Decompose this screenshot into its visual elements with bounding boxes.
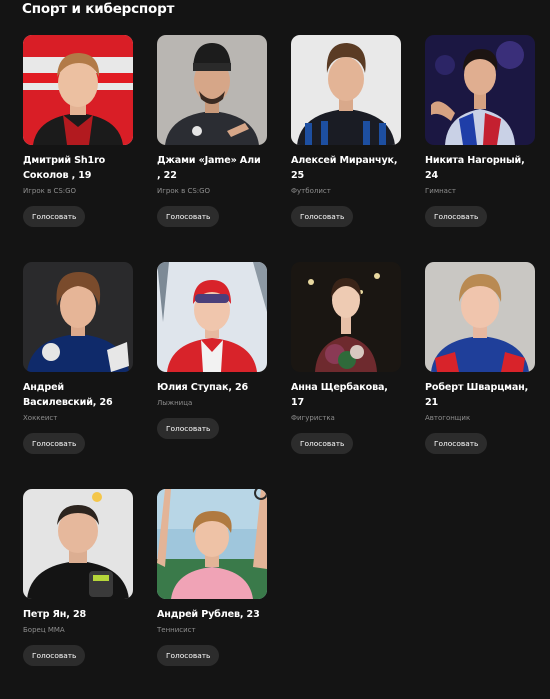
- person-card: Никита Нагорный, 24 Гимнаст Голосовать: [425, 35, 535, 262]
- person-card: Петр Ян, 28 Борец ММА Голосовать: [23, 489, 133, 699]
- person-card: Юлия Ступак, 26 Лыжница Голосовать: [157, 262, 267, 489]
- vote-button[interactable]: Голосовать: [23, 206, 86, 227]
- person-name: Андрей Рублев, 23: [157, 609, 260, 620]
- person-photo[interactable]: [157, 35, 267, 145]
- person-card: Дмитрий Sh1ro Соколов , 19 Игрок в CS:GO…: [23, 35, 133, 262]
- person-role: Игрок в CS:GO: [157, 187, 211, 195]
- person-role: Лыжница: [157, 399, 193, 407]
- person-card: Алексей Миранчук, 25 Футболист Голосоват…: [291, 35, 401, 262]
- person-name: Анна Щербакова, 17: [291, 382, 388, 408]
- person-name: Алексей Миранчук, 25: [291, 155, 398, 181]
- person-photo[interactable]: [291, 35, 401, 145]
- person-name: Роберт Шварцман, 21: [425, 382, 529, 408]
- person-role: Борец ММА: [23, 626, 65, 634]
- person-role: Футболист: [291, 187, 331, 195]
- vote-button[interactable]: Голосовать: [425, 433, 488, 454]
- person-role: Гимнаст: [425, 187, 456, 195]
- person-role: Хоккеист: [23, 414, 58, 422]
- person-card: Анна Щербакова, 17 Фигуристка Голосовать: [291, 262, 401, 489]
- vote-button[interactable]: Голосовать: [157, 645, 220, 666]
- vote-button[interactable]: Голосовать: [291, 206, 354, 227]
- person-photo[interactable]: [425, 262, 535, 372]
- person-card: Андрей Василевский, 26 Хоккеист Голосова…: [23, 262, 133, 489]
- person-photo[interactable]: [157, 262, 267, 372]
- person-role: Фигуристка: [291, 414, 335, 422]
- person-role: Теннисист: [157, 626, 196, 634]
- vote-button[interactable]: Голосовать: [23, 645, 86, 666]
- person-photo[interactable]: [23, 489, 133, 599]
- person-photo[interactable]: [157, 489, 267, 599]
- person-name: Джами «Jame» Али , 22: [157, 155, 261, 181]
- person-photo[interactable]: [291, 262, 401, 372]
- person-card: Джами «Jame» Али , 22 Игрок в CS:GO Голо…: [157, 35, 267, 262]
- person-role: Игрок в CS:GO: [23, 187, 77, 195]
- person-name: Андрей Василевский, 26: [23, 382, 113, 408]
- person-card: Роберт Шварцман, 21 Автогонщик Голосоват…: [425, 262, 535, 489]
- person-photo[interactable]: [425, 35, 535, 145]
- person-name: Юлия Ступак, 26: [157, 382, 249, 393]
- vote-button[interactable]: Голосовать: [291, 433, 354, 454]
- people-grid: Дмитрий Sh1ro Соколов , 19 Игрок в CS:GO…: [23, 35, 535, 699]
- person-photo[interactable]: [23, 35, 133, 145]
- person-name: Дмитрий Sh1ro Соколов , 19: [23, 155, 106, 181]
- section-title: Спорт и киберспорт: [22, 1, 175, 17]
- person-name: Никита Нагорный, 24: [425, 155, 525, 181]
- vote-button[interactable]: Голосовать: [425, 206, 488, 227]
- person-role: Автогонщик: [425, 414, 471, 422]
- person-photo[interactable]: [23, 262, 133, 372]
- vote-button[interactable]: Голосовать: [157, 206, 220, 227]
- person-name: Петр Ян, 28: [23, 609, 87, 620]
- vote-button[interactable]: Голосовать: [23, 433, 86, 454]
- vote-button[interactable]: Голосовать: [157, 418, 220, 439]
- person-card: Андрей Рублев, 23 Теннисист Голосовать: [157, 489, 267, 699]
